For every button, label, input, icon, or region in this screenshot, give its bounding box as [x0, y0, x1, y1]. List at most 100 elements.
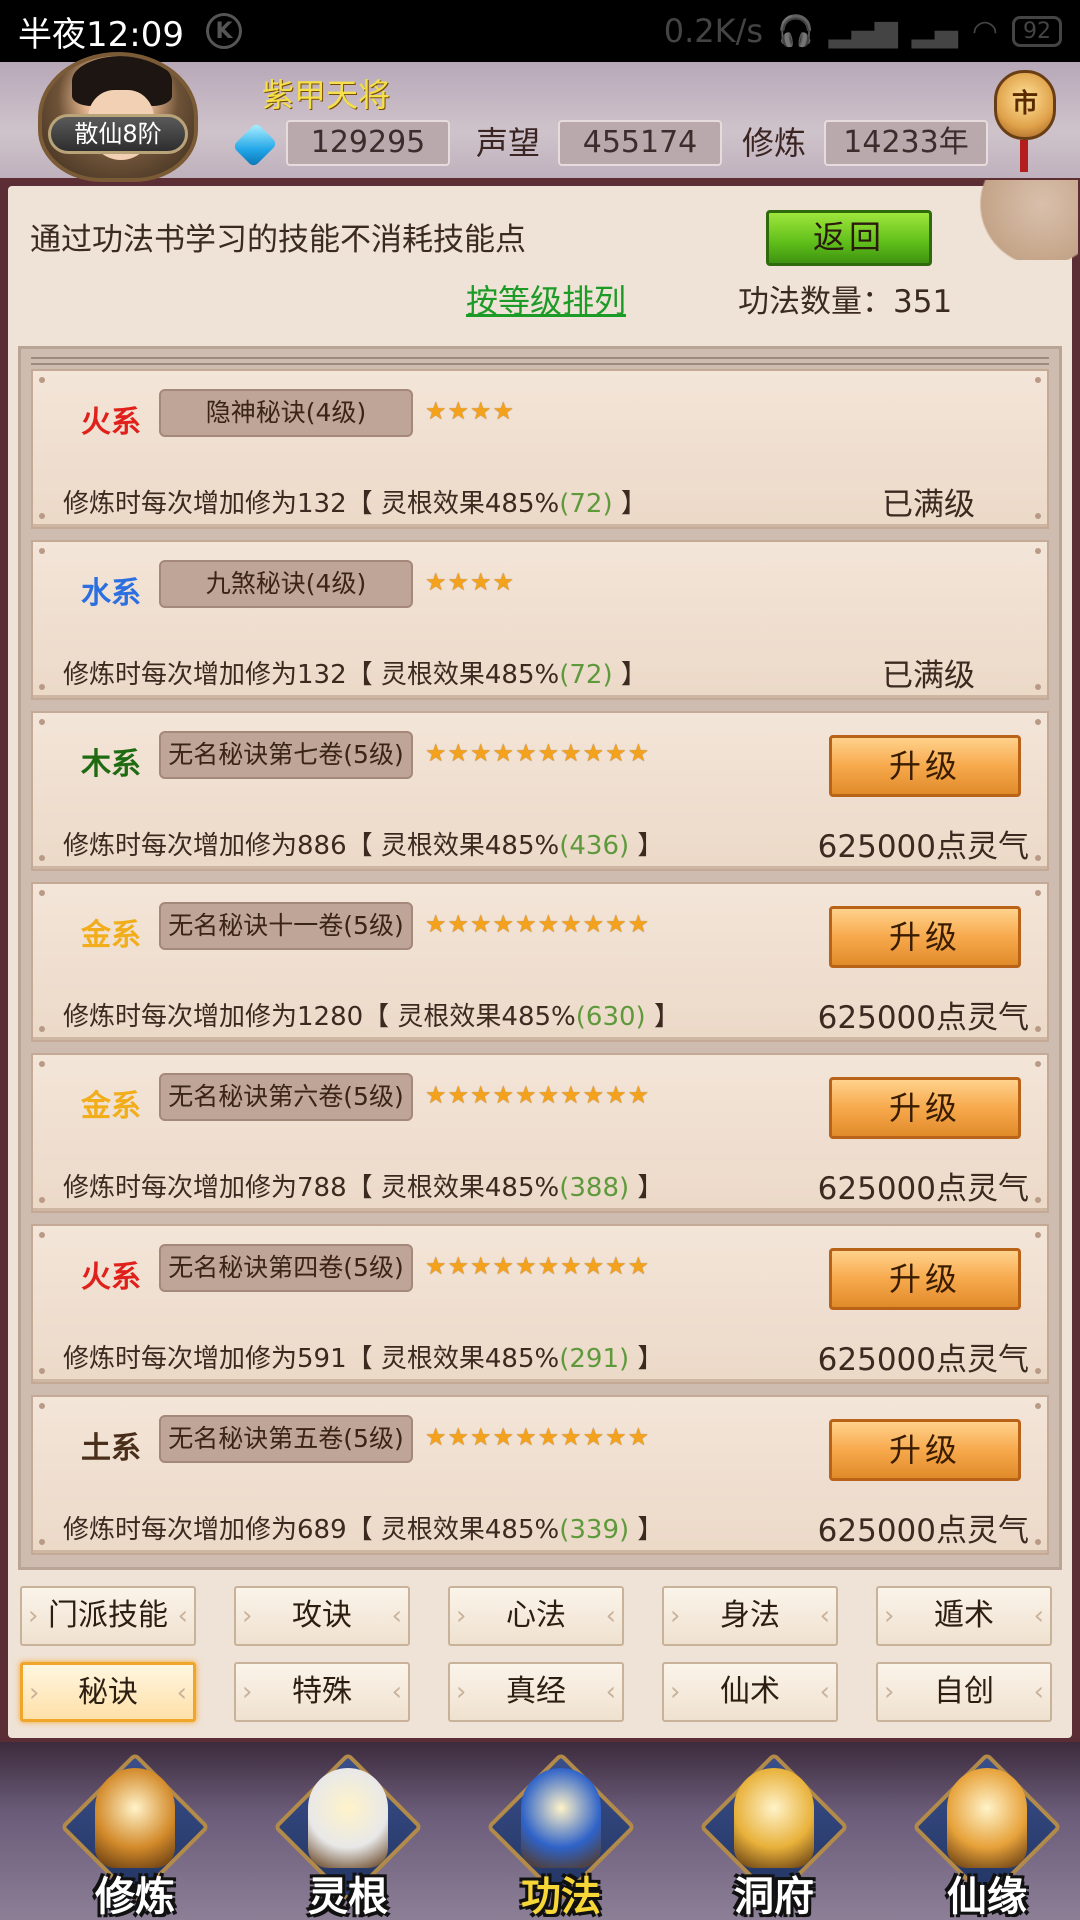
- shop-lantern-icon: 市: [994, 70, 1056, 140]
- star-rating-icon: ★★★★★★★★★★: [425, 1081, 651, 1109]
- nav-gourd[interactable]: 仙缘: [912, 1752, 1062, 1920]
- tab-4[interactable]: 身法: [662, 1586, 838, 1646]
- corner-dot: [1035, 684, 1041, 690]
- bottom-nav: 修炼 灵根 功法 洞府 仙缘: [0, 1742, 1080, 1920]
- corner-dot: [1035, 855, 1041, 861]
- corner-dot: [1035, 377, 1041, 383]
- tab-10[interactable]: 自创: [876, 1662, 1052, 1722]
- player-name: 紫甲天将: [262, 76, 391, 114]
- tab-3[interactable]: 心法: [448, 1586, 624, 1646]
- skill-desc-close: 】: [629, 1173, 664, 1203]
- skill-element: 木系: [81, 747, 141, 782]
- skill-name: 无名秘诀十一卷(5级): [159, 902, 413, 950]
- tab-5[interactable]: 遁术: [876, 1586, 1052, 1646]
- skill-desc-text: 修炼时每次增加修为689【 灵根效果485%: [63, 1515, 560, 1545]
- back-button[interactable]: 返回: [766, 210, 932, 266]
- max-level-status: 已满级: [882, 487, 975, 523]
- tab-8[interactable]: 真经: [448, 1662, 624, 1722]
- skill-description: 修炼时每次增加修为788【 灵根效果485%(388) 】: [63, 1167, 663, 1204]
- corner-dot: [1035, 1026, 1041, 1032]
- corner-dot: [39, 855, 45, 861]
- max-level-status: 已满级: [882, 658, 975, 694]
- upgrade-button[interactable]: 升级: [829, 1248, 1021, 1310]
- skill-row[interactable]: 金系 无名秘诀十一卷(5级) ★★★★★★★★★★ 修炼时每次增加修为1280【 灵根…: [31, 882, 1049, 1042]
- skill-desc-close: 】: [612, 489, 647, 519]
- star-rating-icon: ★★★★★★★★★★: [425, 739, 651, 767]
- skill-name: 无名秘诀第五卷(5级): [159, 1415, 413, 1463]
- lantern-tassel: [1020, 140, 1028, 172]
- status-indicators: 0.2K/s 🎧 ▂▄▆ ▂▄ ◠ 92: [664, 12, 1062, 50]
- skill-desc-text: 修炼时每次增加修为591【 灵根效果485%: [63, 1344, 560, 1374]
- skill-row[interactable]: 木系 无名秘诀第七卷(5级) ★★★★★★★★★★ 修炼时每次增加修为886【 灵根效…: [31, 711, 1049, 871]
- skill-name: 隐神秘诀(4级): [159, 389, 413, 437]
- skill-element: 金系: [81, 1089, 141, 1124]
- corner-dot: [39, 684, 45, 690]
- monk-icon: [95, 1768, 175, 1868]
- skill-description: 修炼时每次增加修为591【 灵根效果485%(291) 】: [63, 1338, 663, 1375]
- shop-lantern-button[interactable]: 市: [990, 62, 1060, 172]
- upgrade-button[interactable]: 升级: [829, 906, 1021, 968]
- upgrade-cost: 625000点灵气: [817, 1000, 1029, 1036]
- nav-pagoda[interactable]: 洞府: [699, 1752, 849, 1920]
- corner-dot: [1035, 1539, 1041, 1545]
- skill-desc-text: 修炼时每次增加修为132【 灵根效果485%: [63, 660, 560, 690]
- list-top-divider: [31, 357, 1049, 365]
- upgrade-button[interactable]: 升级: [829, 735, 1021, 797]
- skill-desc-bonus: (339): [559, 1515, 630, 1545]
- tab-6[interactable]: 秘诀: [20, 1662, 196, 1722]
- sort-by-level-link[interactable]: 按等级排列: [466, 276, 626, 322]
- tab-9[interactable]: 仙术: [662, 1662, 838, 1722]
- tab-1[interactable]: 门派技能: [20, 1586, 196, 1646]
- skill-element: 火系: [81, 405, 141, 440]
- skill-row[interactable]: 水系 九煞秘诀(4级) ★★★★ 修炼时每次增加修为132【 灵根效果485%(72)…: [31, 540, 1049, 700]
- battery-icon: 92: [1012, 15, 1062, 47]
- cultivation-label: 修炼: [742, 124, 807, 162]
- skill-description: 修炼时每次增加修为132【 灵根效果485%(72) 】: [63, 483, 647, 520]
- skill-desc-text: 修炼时每次增加修为886【 灵根效果485%: [63, 831, 560, 861]
- cloud-decoration: [958, 180, 1078, 260]
- upgrade-cost: 625000点灵气: [817, 1342, 1029, 1378]
- corner-dot: [39, 890, 45, 896]
- skill-row[interactable]: 火系 隐神秘诀(4级) ★★★★ 修炼时每次增加修为132【 灵根效果485%(72)…: [31, 369, 1049, 529]
- tab-2[interactable]: 攻诀: [234, 1586, 410, 1646]
- corner-dot: [39, 377, 45, 383]
- nav-label: 灵根: [308, 1874, 388, 1920]
- corner-dot: [39, 1232, 45, 1238]
- skill-row[interactable]: 火系 无名秘诀第四卷(5级) ★★★★★★★★★★ 修炼时每次增加修为591【 灵根效…: [31, 1224, 1049, 1384]
- nav-monk[interactable]: 修炼: [60, 1752, 210, 1920]
- star-rating-icon: ★★★★: [425, 568, 516, 596]
- info-text: 通过功法书学习的技能不消耗技能点: [30, 222, 526, 258]
- corner-dot: [1035, 1368, 1041, 1374]
- star-rating-icon: ★★★★: [425, 397, 516, 425]
- skill-desc-bonus: (388): [559, 1173, 630, 1203]
- skill-desc-text: 修炼时每次增加修为132【 灵根效果485%: [63, 489, 560, 519]
- skill-element: 火系: [81, 1260, 141, 1295]
- nav-label: 仙缘: [947, 1874, 1027, 1920]
- nav-label: 修炼: [95, 1874, 175, 1920]
- nav-label: 洞府: [734, 1874, 814, 1920]
- upgrade-button[interactable]: 升级: [829, 1077, 1021, 1139]
- skill-name: 九煞秘诀(4级): [159, 560, 413, 608]
- skill-desc-text: 修炼时每次增加修为788【 灵根效果485%: [63, 1173, 560, 1203]
- skill-element: 金系: [81, 918, 141, 953]
- nav-book[interactable]: 功法: [486, 1752, 636, 1920]
- skill-list[interactable]: 火系 隐神秘诀(4级) ★★★★ 修炼时每次增加修为132【 灵根效果485%(72)…: [18, 346, 1062, 1570]
- skill-description: 修炼时每次增加修为689【 灵根效果485%(339) 】: [63, 1509, 663, 1546]
- tab-7[interactable]: 特殊: [234, 1662, 410, 1722]
- nav-yin-yang-sword[interactable]: 灵根: [273, 1752, 423, 1920]
- skill-row[interactable]: 土系 无名秘诀第五卷(5级) ★★★★★★★★★★ 修炼时每次增加修为689【 灵根效…: [31, 1395, 1049, 1555]
- spirit-stone-icon: [232, 122, 278, 168]
- skill-desc-close: 】: [645, 1002, 680, 1032]
- skill-row[interactable]: 金系 无名秘诀第六卷(5级) ★★★★★★★★★★ 修炼时每次增加修为788【 灵根效…: [31, 1053, 1049, 1213]
- corner-dot: [39, 513, 45, 519]
- skill-desc-bonus: (630): [575, 1002, 646, 1032]
- prestige-label: 声望: [476, 124, 541, 162]
- corner-dot: [39, 548, 45, 554]
- skill-count: 功法数量：351: [738, 284, 953, 320]
- k-app-icon: K: [205, 13, 242, 49]
- corner-dot: [1035, 1197, 1041, 1203]
- skills-panel-inner: 通过功法书学习的技能不消耗技能点 返回 按等级排列 功法数量：351 火系 隐神秘…: [8, 180, 1078, 1738]
- skill-desc-close: 】: [629, 831, 664, 861]
- upgrade-button[interactable]: 升级: [829, 1419, 1021, 1481]
- skill-name: 无名秘诀第四卷(5级): [159, 1244, 413, 1292]
